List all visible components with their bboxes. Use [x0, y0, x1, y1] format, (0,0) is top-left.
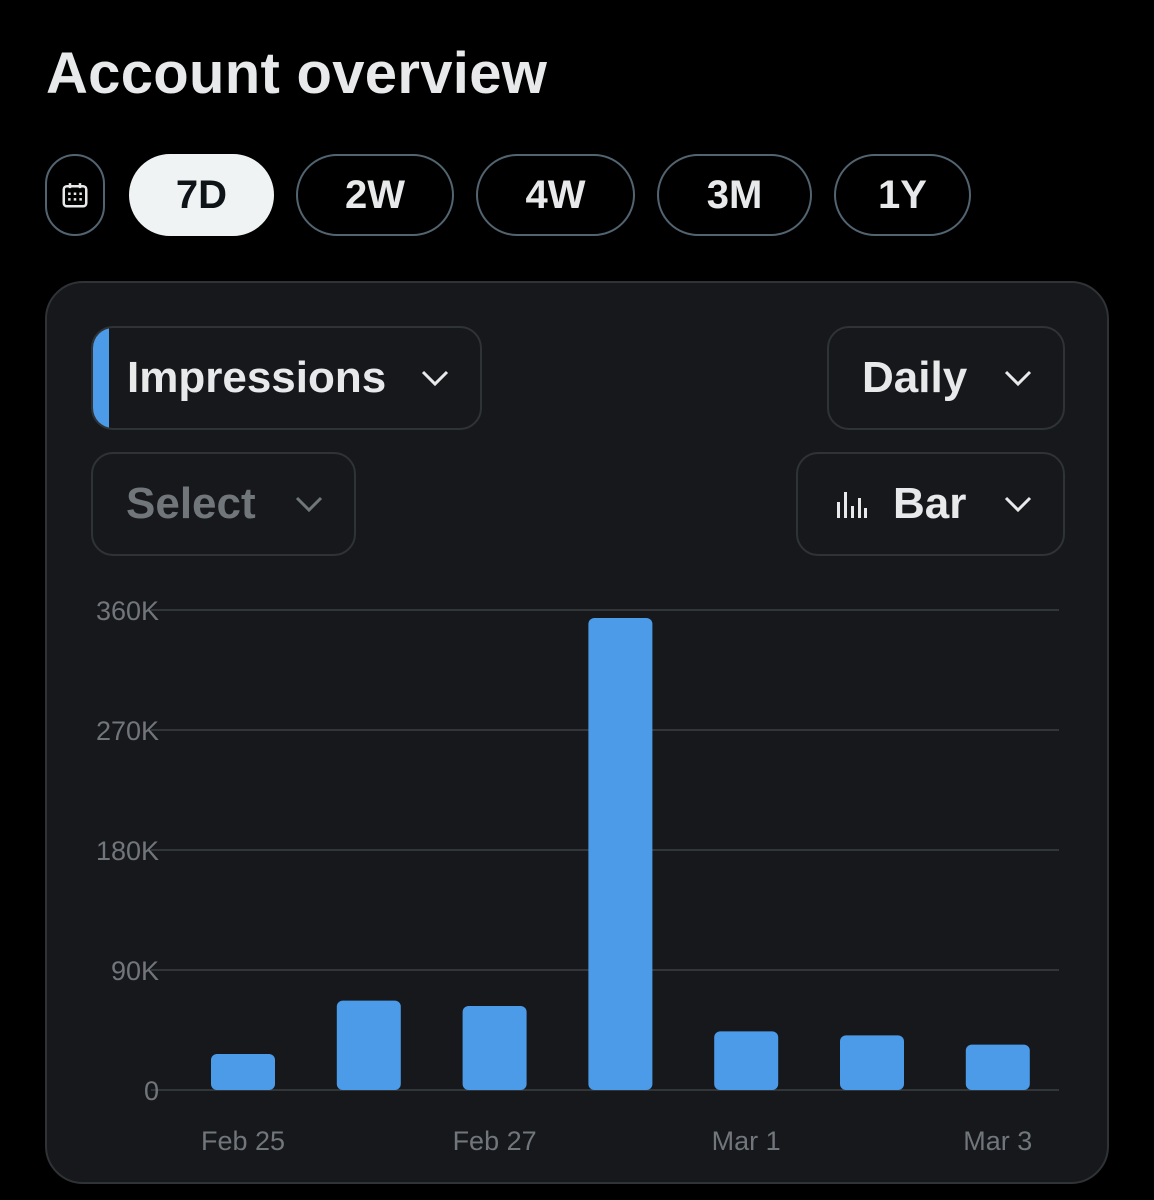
calendar-icon	[62, 183, 88, 208]
time-range-selector: 7D 2W 4W 3M 1Y	[0, 154, 1154, 238]
y-tick-label: 0	[144, 1076, 159, 1106]
range-7d-button[interactable]: 7D	[129, 154, 274, 236]
y-tick-label: 360K	[96, 596, 159, 626]
impressions-bar-chart: 0 90K 180K 270K 360K Feb 25 Feb 27 Mar 1 Mar 3	[96, 596, 1059, 1156]
x-tick-label: Feb 25	[201, 1126, 285, 1156]
bar-mar-2[interactable]	[840, 1035, 904, 1090]
x-tick-label: Mar 3	[963, 1126, 1032, 1156]
range-1y-button[interactable]: 1Y	[834, 154, 971, 236]
range-4w-button[interactable]: 4W	[476, 154, 635, 236]
calendar-button[interactable]	[45, 154, 105, 236]
page-title: Account overview	[46, 41, 548, 106]
y-tick-label: 90K	[111, 956, 159, 986]
x-tick-label: Feb 27	[453, 1126, 537, 1156]
x-tick-label: Mar 1	[712, 1126, 781, 1156]
bar-feb-27[interactable]	[462, 1006, 527, 1090]
y-tick-label: 270K	[96, 716, 159, 746]
range-2w-button[interactable]: 2W	[296, 154, 454, 236]
chart-card: Impressions Daily Select Bar 0 90K 180K …	[45, 281, 1109, 1184]
bar-feb-25[interactable]	[211, 1054, 275, 1090]
bar-mar-3[interactable]	[965, 1044, 1030, 1090]
bar-mar-1[interactable]	[714, 1031, 779, 1090]
bar-feb-28[interactable]	[588, 618, 653, 1090]
bar-feb-26[interactable]	[336, 1000, 401, 1090]
y-tick-label: 180K	[96, 836, 159, 866]
range-3m-button[interactable]: 3M	[657, 154, 812, 236]
